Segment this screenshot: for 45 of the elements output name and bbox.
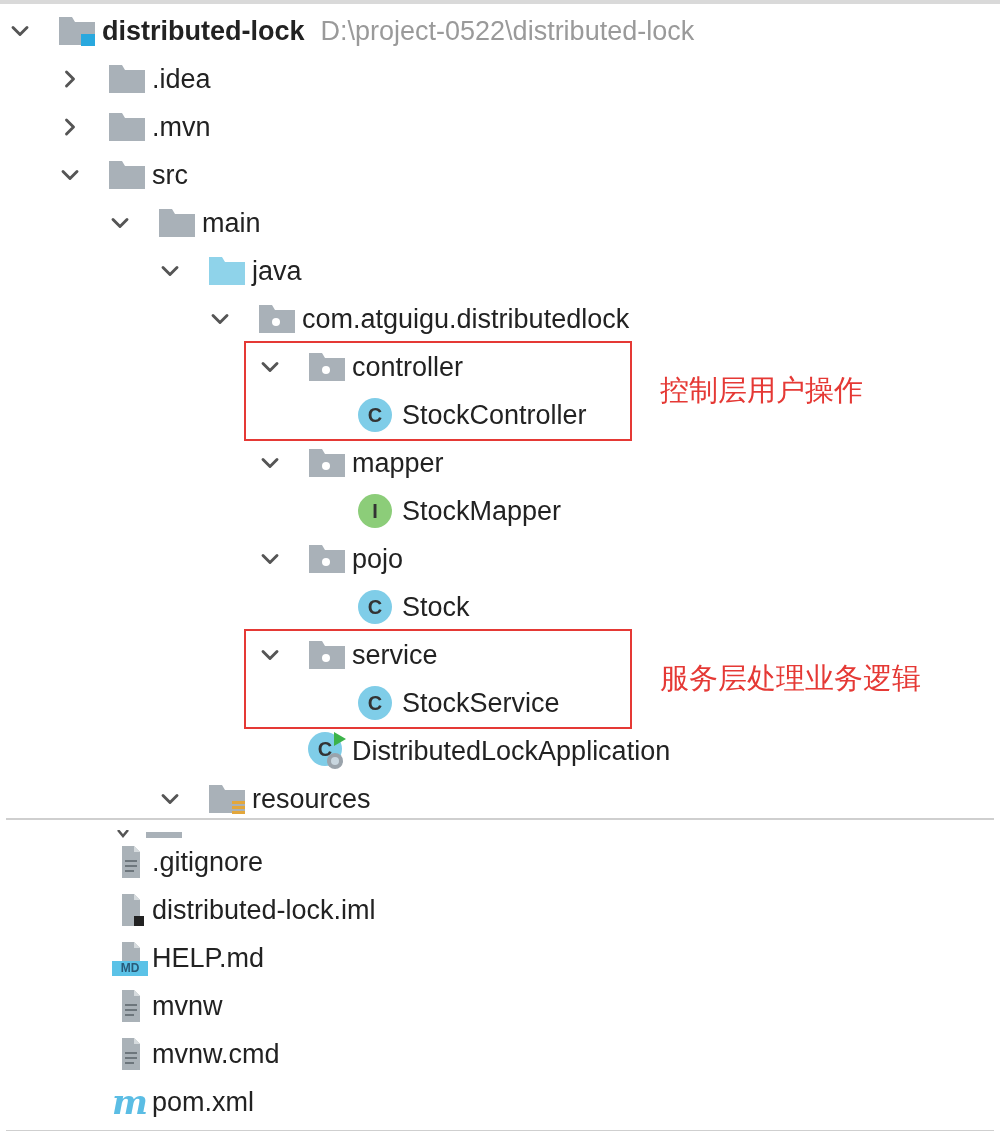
tree-item-label[interactable]: DistributedLockApplication	[352, 730, 671, 772]
tree-item-label[interactable]: main	[202, 202, 261, 244]
folder-icon	[158, 208, 196, 238]
tree-item-label[interactable]: Stock	[402, 586, 470, 628]
tree-item-label[interactable]: pojo	[352, 538, 404, 580]
tree-item-label[interactable]: mapper	[352, 442, 444, 484]
tree-item-label[interactable]: distributed-lock	[102, 10, 305, 52]
file-label[interactable]: pom.xml	[152, 1081, 254, 1123]
module-folder-icon	[58, 16, 96, 46]
maven-icon: m	[112, 1085, 148, 1119]
annotation-text: 控制层用户操作	[660, 373, 863, 409]
tree-item-label[interactable]: java	[252, 250, 302, 292]
package-icon	[308, 352, 346, 382]
class-icon: C	[358, 398, 392, 432]
tree-item-label[interactable]: StockMapper	[402, 490, 562, 532]
package-icon	[258, 304, 296, 334]
class-icon: C	[358, 590, 392, 624]
project-path: D:\project-0522\distributed-lock	[320, 14, 695, 48]
package-icon	[308, 640, 346, 670]
file-label[interactable]: .gitignore	[152, 841, 264, 883]
tree-item-label[interactable]: resources	[252, 778, 371, 818]
tree-item-label[interactable]: StockController	[402, 394, 587, 436]
file-label[interactable]: mvnw	[152, 985, 223, 1027]
folder-icon	[108, 64, 146, 94]
tree-item-label[interactable]: .idea	[152, 58, 211, 100]
file-label[interactable]: HELP.md	[152, 937, 265, 979]
folder-icon	[108, 112, 146, 142]
tree-item-label[interactable]: controller	[352, 346, 464, 388]
package-icon	[308, 544, 346, 574]
tree-item-label[interactable]: src	[152, 154, 188, 196]
tree-item-label[interactable]: .mvn	[152, 106, 211, 148]
package-icon	[308, 448, 346, 478]
file-label[interactable]: mvnw.cmd	[152, 1033, 280, 1075]
file-label[interactable]: distributed-lock.iml	[152, 889, 376, 931]
folder-icon	[146, 832, 182, 838]
interface-icon: I	[358, 494, 392, 528]
folder-icon	[108, 160, 146, 190]
resources-folder-icon	[208, 784, 246, 814]
tree-item-label[interactable]: StockService	[402, 682, 560, 724]
source-folder-icon	[208, 256, 246, 286]
tree-item-label[interactable]: com.atguigu.distributedlock	[302, 298, 630, 340]
tree-item-label[interactable]: service	[352, 634, 438, 676]
chevron-down-icon[interactable]	[116, 830, 130, 838]
class-icon: C	[358, 686, 392, 720]
annotation-text: 服务层处理业务逻辑	[660, 661, 921, 697]
